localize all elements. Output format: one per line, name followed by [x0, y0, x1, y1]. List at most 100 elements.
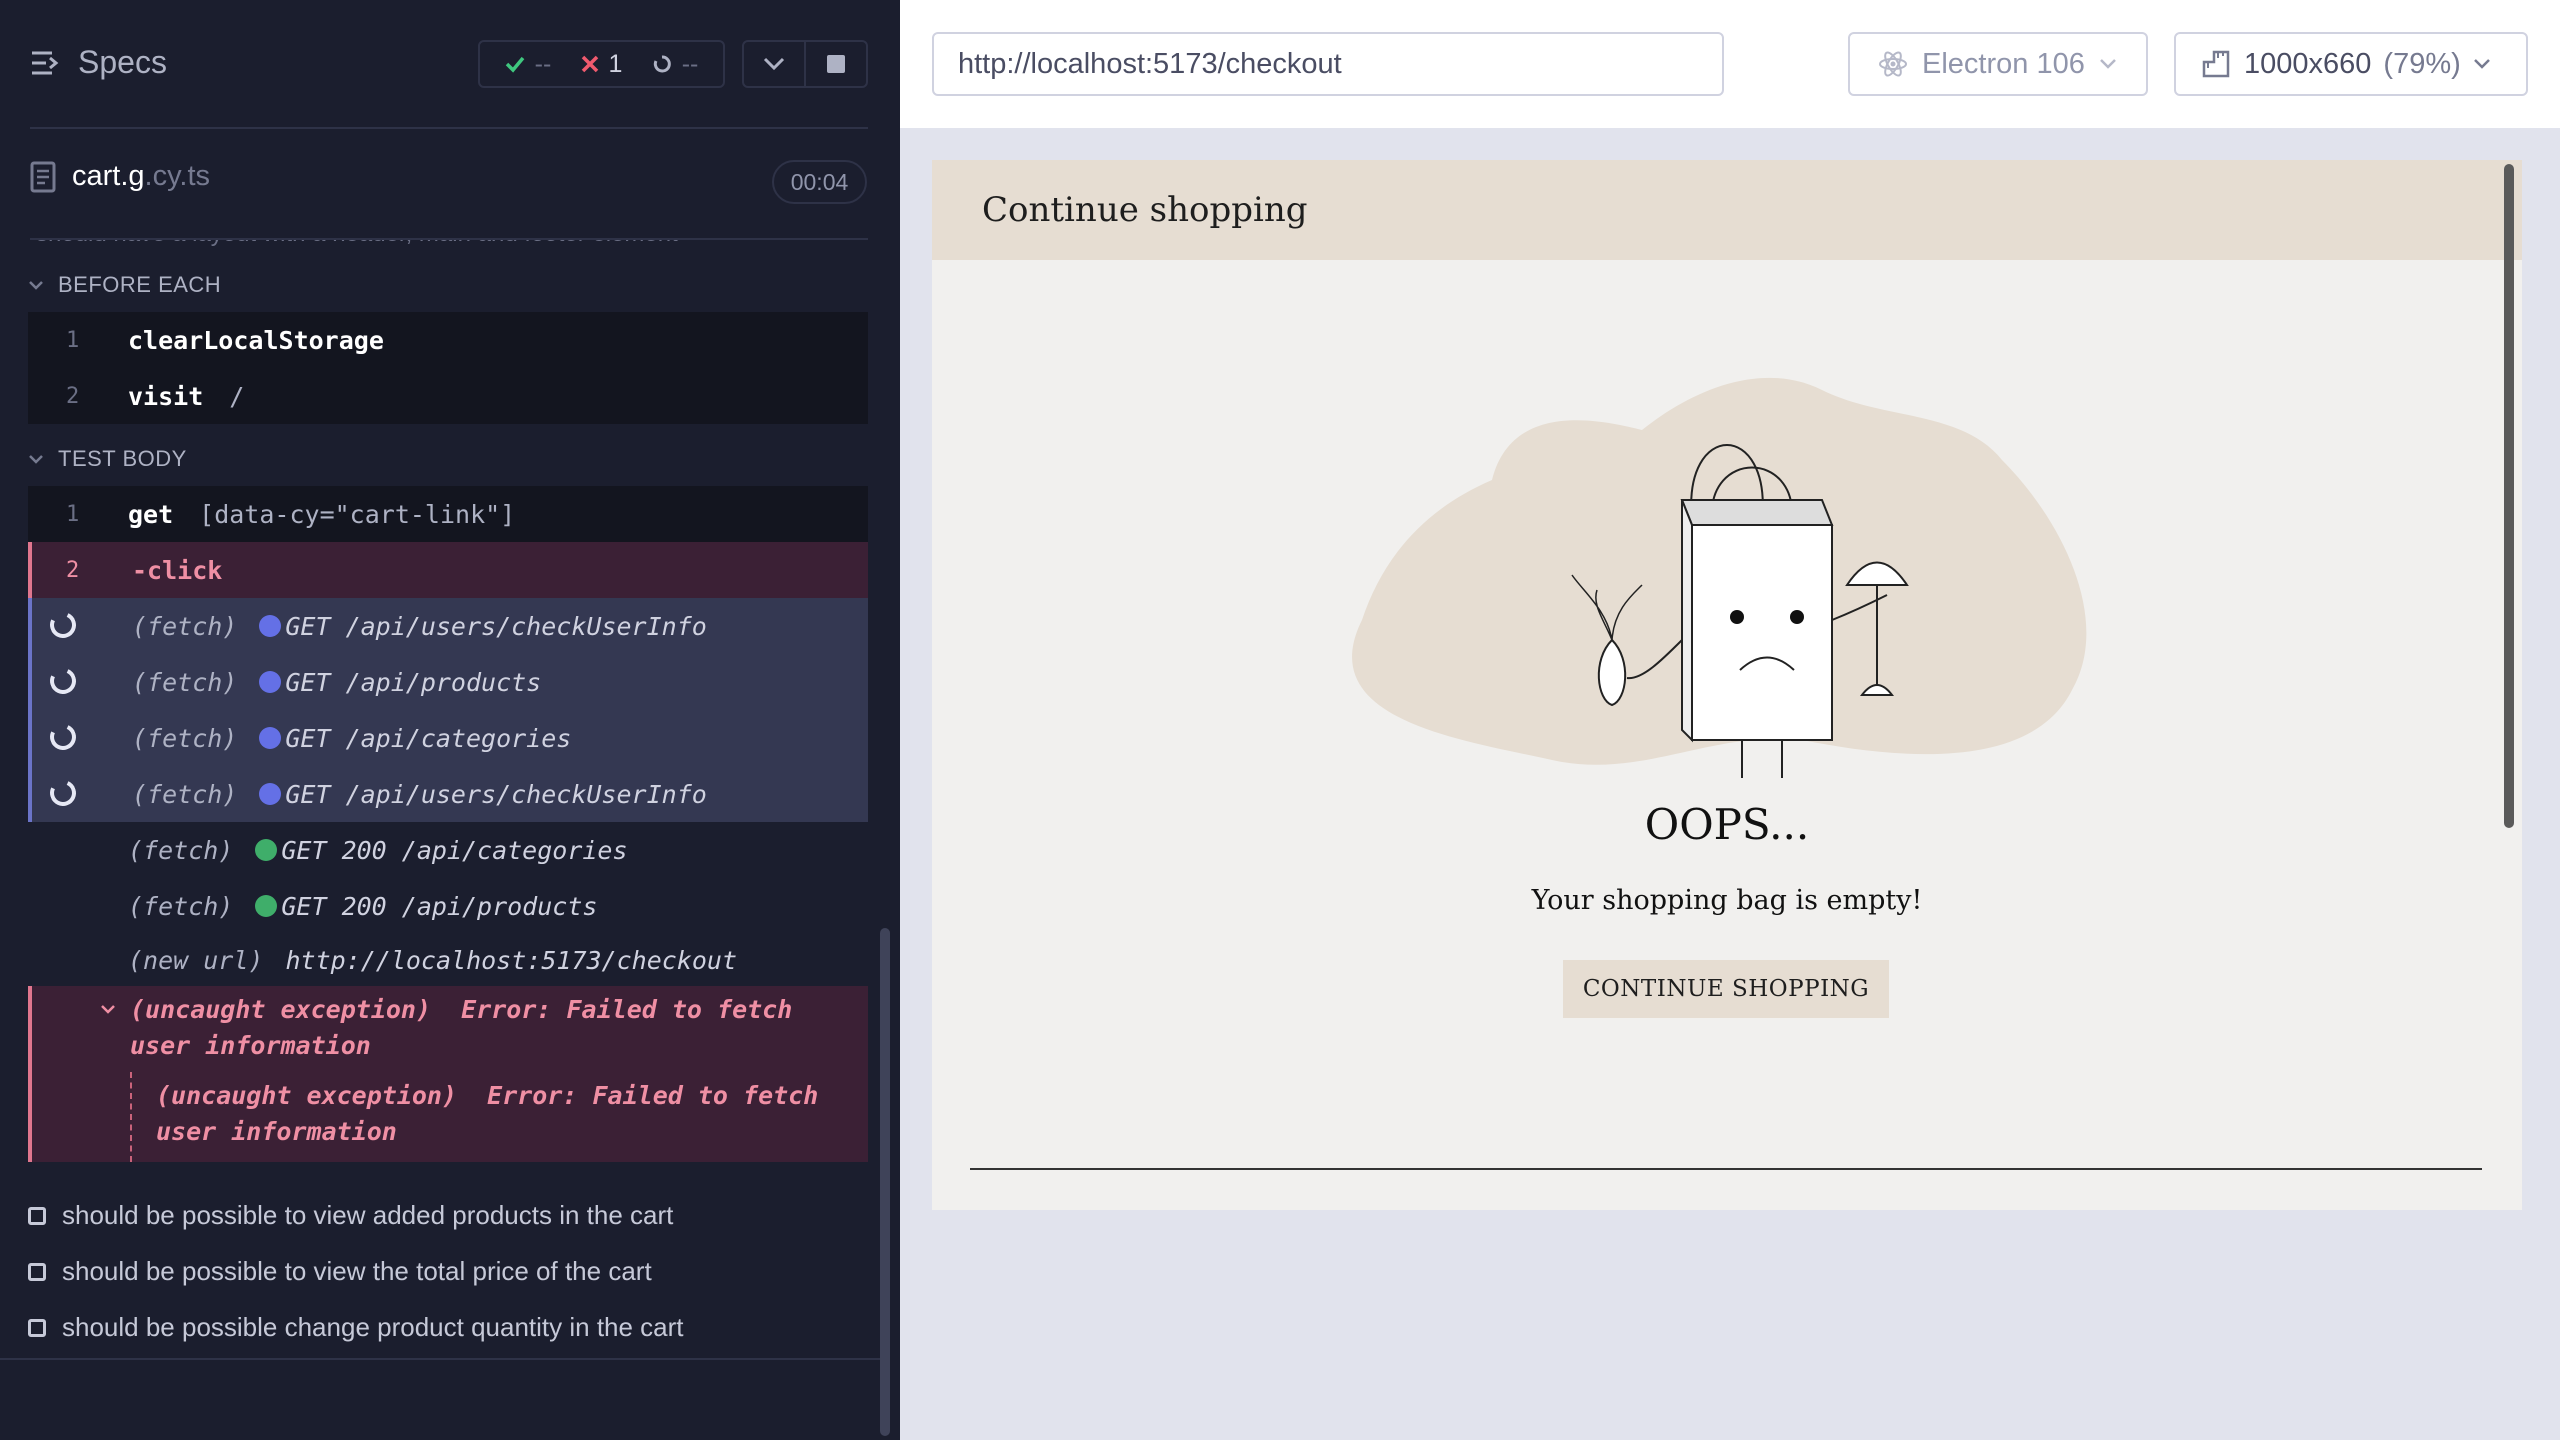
request-kind: (fetch) — [132, 611, 238, 641]
request-kind: (fetch) — [132, 779, 238, 809]
test-item[interactable]: should be possible to view the total pri… — [28, 1256, 652, 1287]
request-kind: (fetch) — [132, 723, 238, 753]
loading-spinner-icon — [46, 608, 80, 642]
new-url-kind: (new url) — [128, 945, 264, 975]
command-message: / — [229, 381, 245, 411]
error-message: (uncaught exception) Error: Failed to fe… — [130, 992, 860, 1064]
request-row[interactable]: (fetch) GET /api/categories — [28, 710, 868, 766]
test-status-icon — [28, 1262, 46, 1281]
spec-name: cart.g — [72, 160, 145, 192]
request-row[interactable]: (fetch) GET /api/products — [28, 654, 868, 710]
app-scrollbar[interactable] — [2504, 164, 2514, 828]
command-number: 1 — [66, 501, 80, 527]
request-kind: (fetch) — [132, 667, 238, 697]
browser-selector[interactable]: Electron 106 — [1848, 32, 2148, 96]
command-number: 1 — [66, 327, 80, 353]
loading-spinner-icon — [46, 720, 80, 754]
cut-off-test-title: should have a layout with a header, main… — [36, 240, 678, 248]
stop-button[interactable] — [804, 42, 866, 86]
document-icon — [30, 161, 56, 192]
nested-error-divider — [130, 1072, 132, 1162]
command-name: visit — [128, 381, 204, 411]
passed-stat: -- — [505, 50, 551, 79]
spec-extension: .cy.ts — [144, 160, 211, 192]
test-status-icon — [28, 1206, 46, 1225]
failed-stat: 1 — [581, 49, 623, 79]
request-row[interactable]: (fetch) GET /api/users/checkUserInfo — [28, 598, 868, 654]
success-status-dot — [255, 895, 278, 917]
chevron-down-icon — [29, 455, 43, 464]
divider — [0, 1358, 880, 1360]
spec-title: cart.g.cy.ts — [30, 160, 210, 193]
error-block[interactable]: (uncaught exception) Error: Failed to fe… — [28, 986, 868, 1162]
chevron-down-icon — [2473, 59, 2490, 69]
reporter-panel: Specs -- 1 -- cart.g.cy.ts 00:04 BEFORE … — [0, 0, 900, 1440]
empty-bag-illustration — [1352, 377, 2087, 778]
command-name: clearLocalStorage — [128, 325, 384, 355]
request-row[interactable]: (fetch) GET /api/users/checkUserInfo — [28, 766, 868, 822]
request-kind: (fetch) — [128, 891, 234, 921]
hook-title: BEFORE EACH — [58, 272, 222, 297]
continue-shopping-button[interactable]: CONTINUE SHOPPING — [1563, 960, 1889, 1018]
failed-count: 1 — [608, 49, 623, 78]
test-title: should be possible to view the total pri… — [62, 1256, 652, 1286]
success-status-dot — [255, 839, 278, 861]
duration-badge: 00:04 — [772, 160, 867, 204]
test-item[interactable]: should be possible change product quanti… — [28, 1312, 684, 1343]
hook-title: TEST BODY — [58, 446, 187, 471]
command-row[interactable]: 2 visit / — [28, 368, 868, 424]
stop-icon — [827, 55, 845, 73]
menu-icon — [32, 51, 59, 74]
request-row[interactable]: (fetch) GET 200 /api/categories — [28, 822, 868, 878]
new-url-row[interactable]: (new url) http://localhost:5173/checkout — [28, 934, 868, 986]
request-message: GET 200 /api/categories — [281, 835, 628, 865]
command-name: -click — [132, 555, 223, 585]
test-status-icon — [28, 1318, 46, 1337]
active-command-row[interactable]: 2 -click — [28, 542, 868, 598]
pending-stat: -- — [652, 50, 698, 79]
nested-error-kind: (uncaught exception) — [156, 1081, 458, 1110]
viewport-info[interactable]: 1000x660 (79%) — [2174, 32, 2528, 96]
reporter-scrollbar[interactable] — [880, 928, 890, 1436]
command-number: 2 — [66, 557, 80, 583]
reporter-header: Specs -- 1 -- — [0, 0, 900, 128]
expand-button[interactable] — [744, 42, 804, 86]
request-message: GET /api/users/checkUserInfo — [285, 611, 707, 641]
request-kind: (fetch) — [128, 835, 234, 865]
command-message: [data-cy="cart-link"] — [199, 499, 516, 529]
chevron-down-icon — [29, 281, 43, 290]
app-iframe: Continue shopping OOPS... Your shopping … — [932, 160, 2522, 1210]
specs-label: Specs — [78, 44, 167, 80]
x-icon — [581, 55, 598, 73]
footer-divider — [970, 1168, 2482, 1170]
continue-shopping-link[interactable]: Continue shopping — [982, 190, 1308, 230]
electron-icon — [1879, 51, 1907, 77]
before-each-hook-toggle[interactable]: BEFORE EACH — [28, 272, 221, 298]
pending-status-dot — [259, 615, 282, 637]
check-icon — [505, 56, 524, 73]
command-number: 2 — [66, 383, 80, 409]
command-row[interactable]: 1 clearLocalStorage — [28, 312, 868, 368]
command-log: should have a layout with a header, main… — [0, 240, 880, 1380]
request-row[interactable]: (fetch) GET 200 /api/products — [28, 878, 868, 934]
test-body-commands: 1 get [data-cy="cart-link"] 2 -click (fe… — [28, 486, 868, 1162]
test-body-toggle[interactable]: TEST BODY — [28, 446, 187, 472]
before-each-commands: 1 clearLocalStorage 2 visit / — [28, 312, 868, 424]
command-row[interactable]: 1 get [data-cy="cart-link"] — [28, 486, 868, 542]
test-item[interactable]: should be possible to view added product… — [28, 1200, 673, 1231]
command-name: get — [128, 499, 174, 529]
chevron-down-icon — [2099, 59, 2116, 69]
empty-message: Your shopping bag is empty! — [1531, 885, 1923, 916]
request-message: GET /api/products — [285, 667, 542, 697]
request-message: GET 200 /api/products — [281, 891, 598, 921]
run-controls — [742, 40, 868, 88]
empty-title: OOPS... — [1644, 800, 1810, 849]
test-title: should be possible to view added product… — [62, 1200, 674, 1230]
app-header: Continue shopping — [932, 160, 2522, 260]
aut-header: http://localhost:5173/checkout Electron … — [900, 0, 2560, 128]
test-stats: -- 1 -- — [478, 40, 725, 88]
url-bar[interactable]: http://localhost:5173/checkout — [932, 32, 1724, 96]
browser-name: Electron 106 — [1922, 47, 2085, 80]
request-message: GET /api/users/checkUserInfo — [285, 779, 707, 809]
specs-button[interactable]: Specs — [30, 44, 167, 81]
